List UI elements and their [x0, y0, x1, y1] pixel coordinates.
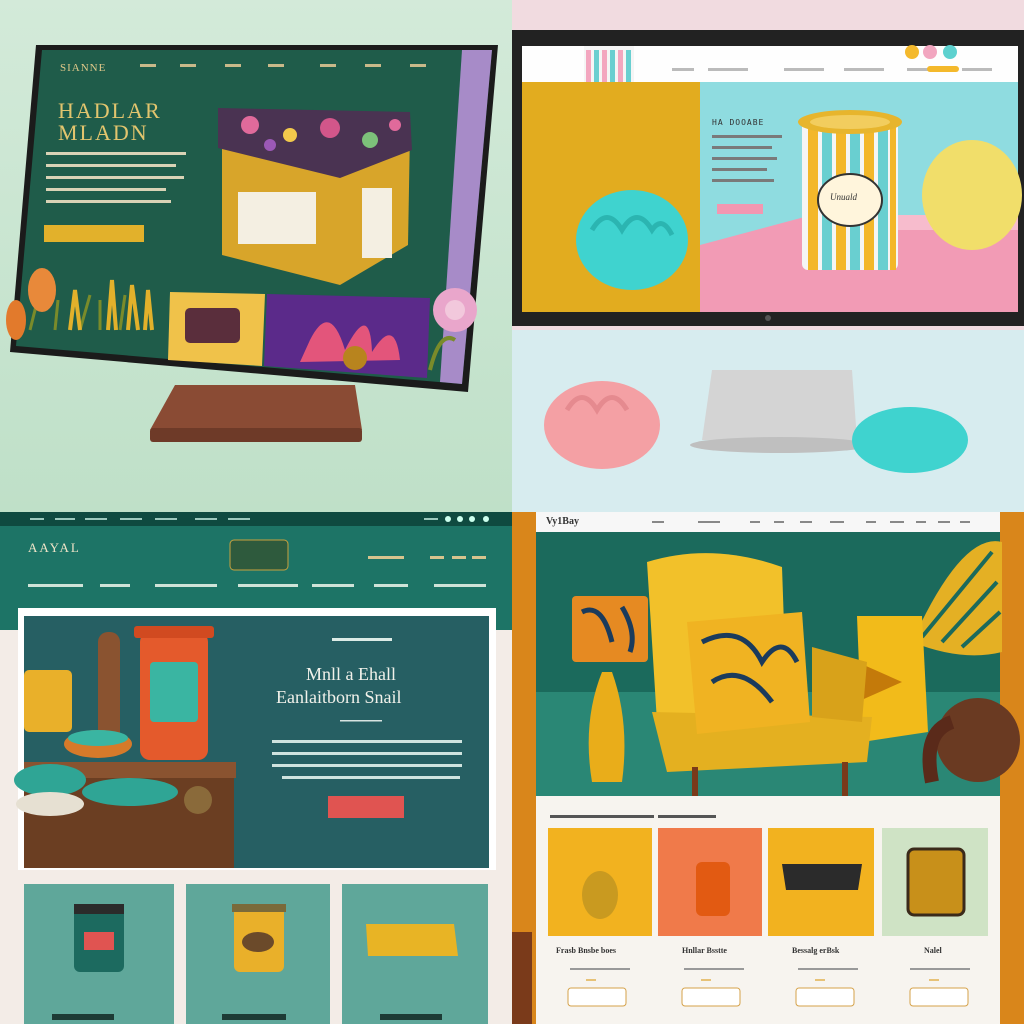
- hero-title-line2: Eanlaitborn Snail: [276, 687, 402, 707]
- hero-headline-line1: HADLAR: [58, 98, 162, 123]
- product-name-1: Frasb Bnsbe boes: [556, 946, 617, 955]
- turquoise-soap-blob: [576, 190, 688, 290]
- pastel-monitor-illustration: [512, 0, 1024, 512]
- monitor-stand: [702, 370, 857, 440]
- turquoise-soap-blob-2: [852, 407, 968, 473]
- hero-headline-line2: MLADN: [58, 120, 149, 145]
- hero-title-line1: Mnll a Ehall: [306, 664, 396, 684]
- brand-logo[interactable]: AAYAL: [28, 540, 81, 556]
- logo-emblem[interactable]: [229, 539, 289, 571]
- pink-soap-blob: [544, 381, 660, 469]
- section-heading: HA DOOABE: [712, 118, 765, 127]
- yellow-soap-blob: [922, 140, 1022, 250]
- product-name-4: Nalel: [924, 946, 942, 955]
- product-1-button[interactable]: [567, 987, 627, 1007]
- jar-icon: [24, 670, 72, 732]
- tulip-icon: [28, 268, 56, 312]
- product-name-3: Bessalg erBsk: [792, 946, 840, 955]
- brand-logo[interactable]: Vy1Bay: [546, 516, 579, 527]
- sianne-monitor-illustration: [0, 0, 512, 512]
- cta-button[interactable]: [717, 204, 763, 214]
- aayal-page-illustration: [0, 512, 512, 1024]
- panel-vy1bay-site: Vy1Bay Frasb Bnsbe boes Hnllar Bsstte Be…: [512, 512, 1024, 1024]
- product-4-button[interactable]: [909, 987, 969, 1007]
- cup-label: Unuald: [830, 192, 857, 202]
- product-name-2: Hnllar Bsstte: [682, 946, 727, 955]
- panel-sianne-site: SIANNE HADLAR MLADN: [0, 0, 512, 512]
- product-2-button[interactable]: [681, 987, 741, 1007]
- panel-pastel-site: HA DOOABE Unuald: [512, 0, 1024, 512]
- hero-cta-button[interactable]: [328, 796, 404, 818]
- brand-logo[interactable]: SIANNE: [60, 62, 106, 74]
- cushion: [687, 612, 810, 734]
- mockup-collage: SIANNE HADLAR MLADN HA DOOABE Unuald AAY…: [0, 0, 1024, 1024]
- panel-aayal-site: AAYAL Mnll a Ehall Eanlaitborn Snail: [0, 512, 512, 1024]
- monitor-stand: [150, 385, 362, 430]
- shop-now-button[interactable]: [44, 225, 144, 242]
- product-3-button[interactable]: [795, 987, 855, 1007]
